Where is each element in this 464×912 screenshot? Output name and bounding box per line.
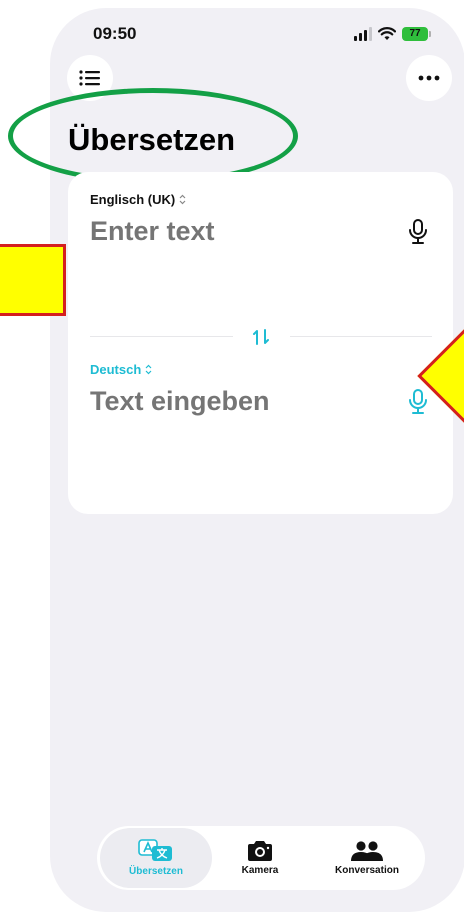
translate-icon [138,839,172,861]
more-options-button[interactable] [406,55,452,101]
chevron-updown-icon [145,364,152,375]
chevron-updown-icon [179,194,186,205]
signal-bars-icon [354,27,372,41]
target-text-input[interactable] [90,386,380,417]
divider [290,336,432,337]
source-language-selector[interactable]: Englisch (UK) [90,192,186,207]
tab-label: Übersetzen [129,866,183,877]
wifi-icon [378,27,396,40]
tab-label: Kamera [241,865,279,876]
list-icon [79,70,100,86]
microphone-icon[interactable] [407,388,429,416]
source-language-label: Englisch (UK) [90,192,176,207]
tab-label: Konversation [335,865,399,876]
swap-arrows-icon [253,329,269,345]
annotation-square [0,244,66,316]
battery-indicator: 77 [402,27,431,41]
status-time: 09:50 [93,24,137,43]
target-language-selector[interactable]: Deutsch [90,362,152,377]
ellipsis-icon [418,75,440,81]
people-icon [351,841,383,861]
tab-conversation[interactable]: Konversation [317,828,417,888]
microphone-icon[interactable] [407,218,429,246]
source-text-input[interactable] [90,216,380,247]
target-language-label: Deutsch [90,362,142,377]
tab-camera[interactable]: Kamera [217,828,303,888]
status-icons: 77 [354,22,431,46]
tab-translate[interactable]: Übersetzen [100,828,212,888]
annotation-ellipse [8,88,298,184]
tab-bar: Übersetzen Kamera Konversation [97,826,425,890]
divider [90,336,233,337]
swap-languages-button[interactable] [242,320,280,354]
camera-icon [248,841,272,861]
